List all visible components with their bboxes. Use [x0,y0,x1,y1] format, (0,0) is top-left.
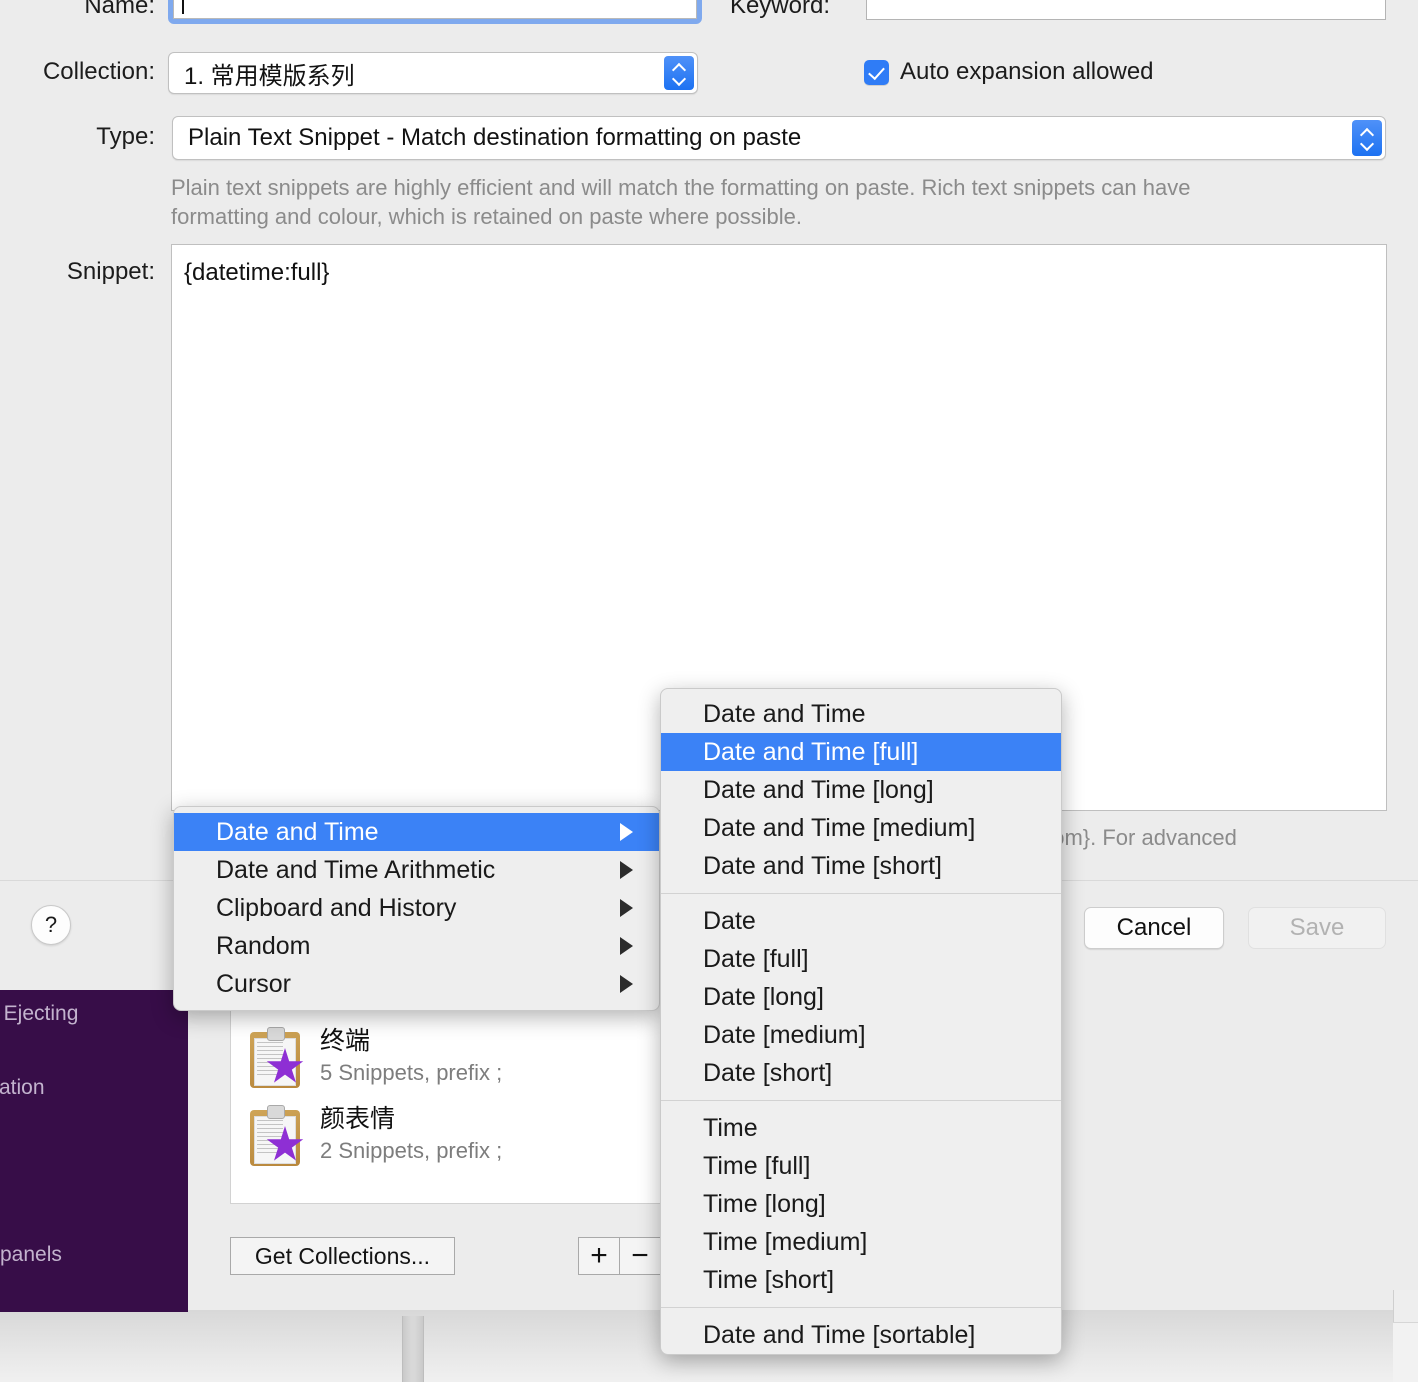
menu-item-date-and-time-arithmetic[interactable]: Date and Time Arithmetic [174,851,659,889]
snippet-collection-icon [248,1026,304,1088]
auto-expansion-label: Auto expansion allowed [900,58,1154,85]
collection-subtitle: 5 Snippets, prefix ; [320,1060,503,1085]
get-collections-button[interactable]: Get Collections... [230,1237,455,1275]
save-button: Save [1248,907,1386,949]
keyword-input[interactable] [866,0,1386,20]
background-right-panel-lower [1393,1322,1418,1382]
add-collection-button[interactable]: + [579,1238,619,1274]
submenu-item-date[interactable]: Date [661,902,1061,940]
chevron-right-icon [620,861,633,879]
collection-select-value: 1. 常用模版系列 [184,62,355,90]
remove-collection-button[interactable]: − [619,1238,660,1274]
submenu-item-date-and-time-long[interactable]: Date and Time [long] [661,771,1061,809]
snippet-collection-icon [248,1104,304,1166]
menu-item-label: Date and Time [216,817,379,846]
list-item[interactable]: 终端 5 Snippets, prefix ; [248,1026,502,1088]
submenu-item-time-full[interactable]: Time [full] [661,1147,1061,1185]
submenu-item-date-and-time[interactable]: Date and Time [661,695,1061,733]
menu-item-clipboard-and-history[interactable]: Clipboard and History [174,889,659,927]
background-scrollbar[interactable] [402,1316,424,1382]
type-helper-text: Plain text snippets are highly efficient… [171,175,1191,229]
submenu-item-date-and-time-short[interactable]: Date and Time [short] [661,847,1061,885]
snippet-textarea-value: {datetime:full} [184,259,330,286]
submenu-item-date-long[interactable]: Date [long] [661,978,1061,1016]
menu-item-date-and-time[interactable]: Date and Time [174,813,659,851]
submenu-separator [661,1307,1061,1308]
submenu-item-date-short[interactable]: Date [short] [661,1054,1061,1092]
screen: , Ejecting ration panels 终端 5 Snippets, … [0,0,1418,1382]
type-label: Type: [96,123,155,150]
menu-item-cursor[interactable]: Cursor [174,965,659,1003]
context-submenu[interactable]: Date and Time Date and Time [full] Date … [660,688,1062,1355]
submenu-item-date-full[interactable]: Date [full] [661,940,1061,978]
chevron-updown-icon[interactable] [664,56,694,90]
text-caret [182,0,184,14]
list-item[interactable]: 颜表情 2 Snippets, prefix ; [248,1104,502,1166]
collection-subtitle: 2 Snippets, prefix ; [320,1138,503,1163]
submenu-item-time-short[interactable]: Time [short] [661,1261,1061,1299]
background-sidebar-line-2: ration [0,1076,45,1099]
menu-item-label: Date and Time Arithmetic [216,855,496,884]
snippet-label: Snippet: [66,258,155,285]
name-label: Name: [84,0,155,19]
submenu-separator [661,1100,1061,1101]
collection-add-remove-group: + − [578,1237,661,1275]
snippet-helper-text: dom}. For advanced [1040,825,1237,850]
background-app-sidebar: , Ejecting ration panels [0,990,188,1312]
submenu-item-date-medium[interactable]: Date [medium] [661,1016,1061,1054]
collection-select[interactable]: 1. 常用模版系列 [168,52,698,94]
menu-item-label: Random [216,931,311,960]
menu-item-random[interactable]: Random [174,927,659,965]
submenu-item-time[interactable]: Time [661,1109,1061,1147]
background-sidebar-line-3: panels [0,1243,62,1266]
menu-item-label: Cursor [216,969,292,998]
chevron-right-icon [620,975,633,993]
chevron-right-icon [620,899,633,917]
collection-label: Collection: [42,58,155,85]
submenu-separator [661,893,1061,894]
chevron-right-icon [620,823,633,841]
chevron-updown-icon[interactable] [1352,120,1382,156]
auto-expansion-checkbox[interactable] [864,59,889,85]
name-input[interactable] [173,0,697,19]
type-select[interactable]: Plain Text Snippet - Match destination f… [172,116,1386,160]
context-menu[interactable]: Date and Time Date and Time Arithmetic C… [173,806,660,1011]
submenu-item-time-long[interactable]: Time [long] [661,1185,1061,1223]
type-select-value: Plain Text Snippet - Match destination f… [188,124,802,151]
keyword-label: Keyword: [729,0,830,19]
collection-title: 终端 [320,1027,371,1055]
background-sidebar-line-1: , Ejecting [0,1002,79,1025]
menu-item-label: Clipboard and History [216,893,457,922]
chevron-right-icon [620,937,633,955]
submenu-item-date-and-time-sortable[interactable]: Date and Time [sortable] [661,1316,1061,1354]
auto-expansion-checkbox-row[interactable]: Auto expansion allowed [864,58,1154,86]
cancel-button[interactable]: Cancel [1084,907,1224,949]
collection-title: 颜表情 [320,1105,396,1133]
submenu-item-date-and-time-full[interactable]: Date and Time [full] [661,733,1061,771]
submenu-item-date-and-time-medium[interactable]: Date and Time [medium] [661,809,1061,847]
help-icon[interactable]: ? [31,905,71,945]
submenu-item-time-medium[interactable]: Time [medium] [661,1223,1061,1261]
